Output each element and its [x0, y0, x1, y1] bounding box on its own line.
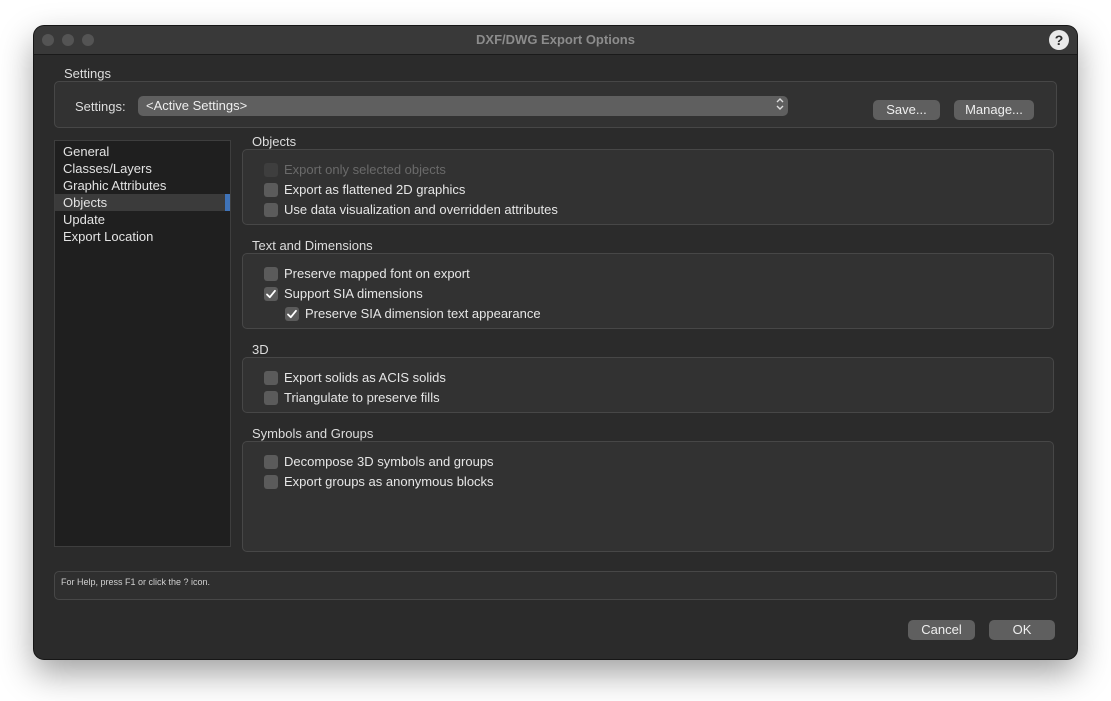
settings-panel: Settings: <Active Settings> Save... Mana…	[54, 81, 1057, 128]
symbols-groups-panel: Decompose 3D symbols and groups Export g…	[242, 441, 1054, 552]
sidebar-item-update[interactable]: Update	[55, 211, 230, 228]
export-options-dialog: DXF/DWG Export Options ? Settings Settin…	[34, 26, 1077, 659]
manage-button[interactable]: Manage...	[954, 100, 1034, 120]
settings-popup-value: <Active Settings>	[146, 98, 248, 113]
checkbox-label: Preserve mapped font on export	[284, 266, 470, 281]
checkbox-label: Export groups as anonymous blocks	[284, 474, 494, 489]
checkbox-label: Triangulate to preserve fills	[284, 390, 440, 405]
checkbox-box	[264, 455, 278, 469]
checkbox-box	[264, 163, 278, 177]
checkbox-box	[285, 307, 299, 321]
help-status-bar: For Help, press F1 or click the ? icon.	[54, 571, 1057, 600]
objects-group-title: Objects	[252, 134, 297, 149]
checkbox-box	[264, 183, 278, 197]
help-icon[interactable]: ?	[1049, 30, 1069, 50]
checkbox-box	[264, 267, 278, 281]
save-button[interactable]: Save...	[873, 100, 940, 120]
title-bar: DXF/DWG Export Options ?	[34, 26, 1077, 55]
checkbox-box	[264, 203, 278, 217]
checkbox-label: Export solids as ACIS solids	[284, 370, 446, 385]
symbols-groups-group-title: Symbols and Groups	[252, 426, 374, 441]
sidebar-item-general[interactable]: General	[55, 143, 230, 160]
objects-panel: Export only selected objects Export as f…	[242, 149, 1054, 225]
three-d-panel: Export solids as ACIS solids Triangulate…	[242, 357, 1054, 413]
settings-group-title: Settings	[64, 66, 111, 81]
category-sidebar: General Classes/Layers Graphic Attribute…	[54, 140, 231, 547]
settings-popup[interactable]: <Active Settings>	[138, 96, 788, 116]
checkbox-label: Export only selected objects	[284, 162, 446, 177]
sidebar-item-classes-layers[interactable]: Classes/Layers	[55, 160, 230, 177]
checkbox-label: Use data visualization and overridden at…	[284, 202, 558, 217]
checkbox-box	[264, 371, 278, 385]
checkbox-box	[264, 287, 278, 301]
ok-button[interactable]: OK	[989, 620, 1055, 640]
checkbox-label: Export as flattened 2D graphics	[284, 182, 466, 197]
text-dimensions-group-title: Text and Dimensions	[252, 238, 373, 253]
checkmark-icon	[287, 309, 297, 319]
settings-field-label: Settings:	[75, 99, 126, 114]
checkmark-icon	[266, 289, 276, 299]
chevron-up-down-icon	[776, 96, 784, 113]
checkbox-label: Decompose 3D symbols and groups	[284, 454, 494, 469]
checkbox-box	[264, 391, 278, 405]
checkbox-label: Support SIA dimensions	[284, 286, 423, 301]
sidebar-item-export-location[interactable]: Export Location	[55, 228, 230, 245]
cancel-button[interactable]: Cancel	[908, 620, 975, 640]
three-d-group-title: 3D	[252, 342, 269, 357]
window-title: DXF/DWG Export Options	[476, 32, 635, 47]
checkbox-label: Preserve SIA dimension text appearance	[305, 306, 541, 321]
checkbox-box	[264, 475, 278, 489]
sidebar-item-objects[interactable]: Objects	[55, 194, 230, 211]
sidebar-item-graphic-attributes[interactable]: Graphic Attributes	[55, 177, 230, 194]
text-dimensions-panel: Preserve mapped font on export Support S…	[242, 253, 1054, 329]
